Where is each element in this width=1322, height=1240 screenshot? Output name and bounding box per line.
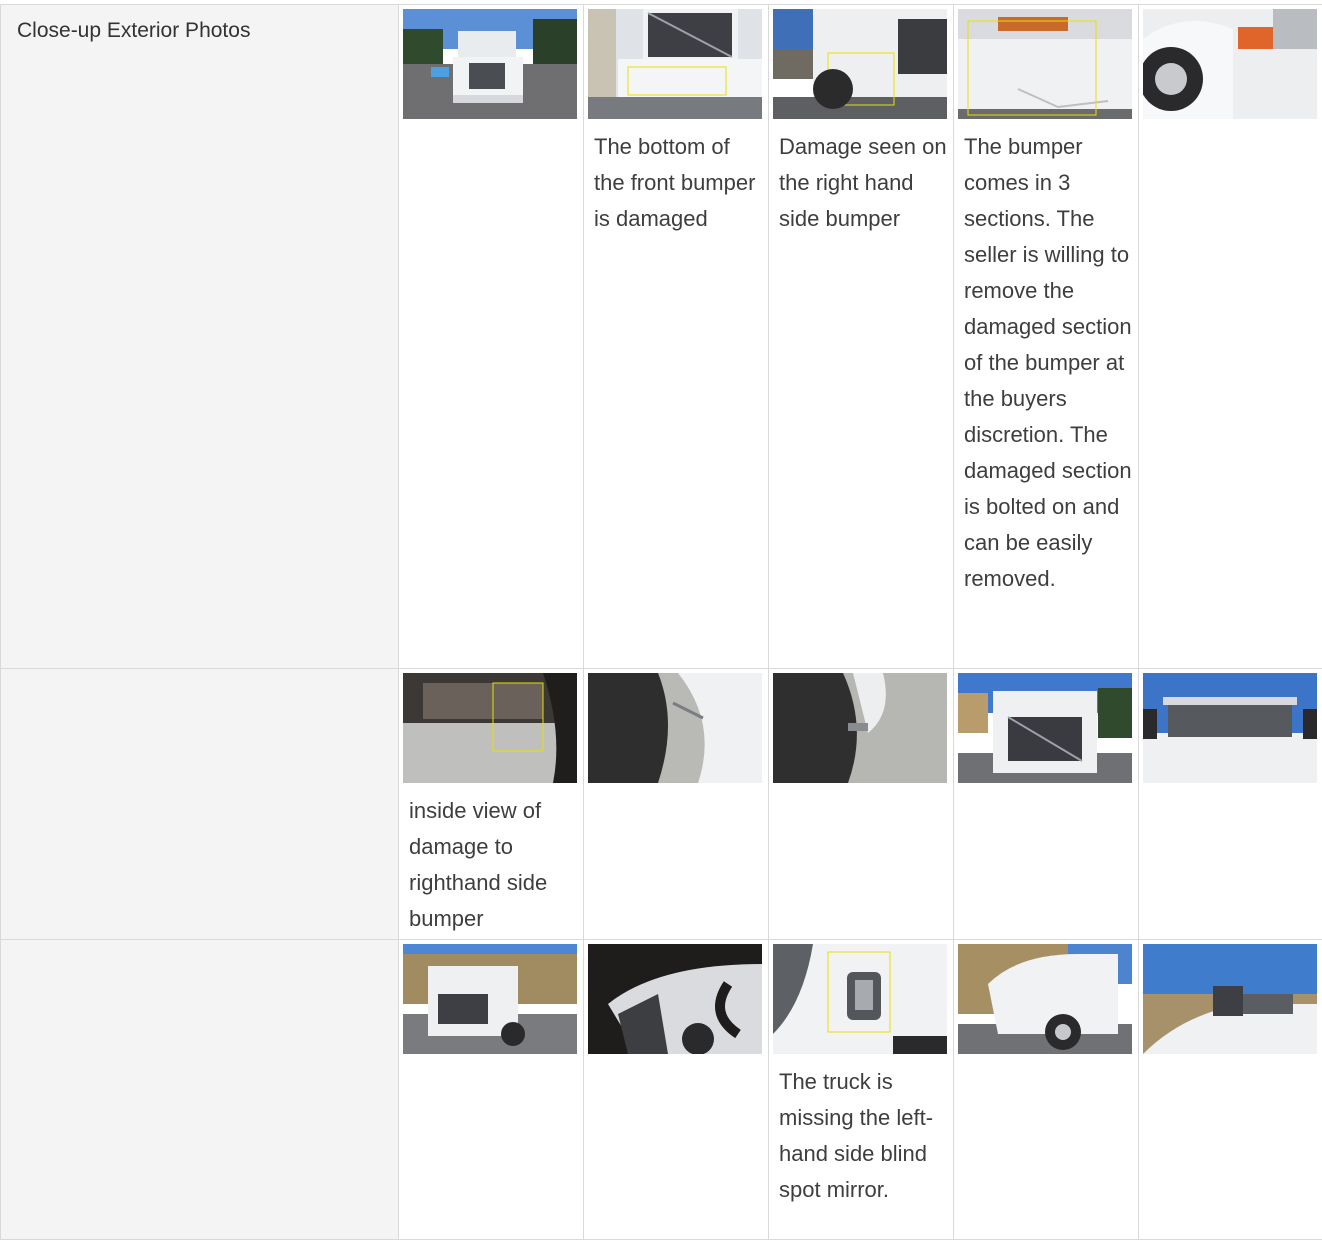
table-row: The truck is missing the left-hand side … <box>1 940 1322 1240</box>
photo-cell <box>1139 940 1322 1240</box>
photo-caption <box>1143 1054 1318 1064</box>
hood-side-dark-photo[interactable] <box>588 944 762 1054</box>
photo-caption <box>588 1054 764 1064</box>
section-label: Close-up Exterior Photos <box>1 5 399 669</box>
windshield-cab-photo[interactable] <box>1143 673 1317 783</box>
photo-caption: The truck is missing the left-hand side … <box>773 1054 949 1208</box>
photo-cell <box>399 940 584 1240</box>
photo-cell <box>954 669 1139 940</box>
photo-cell <box>954 940 1139 1240</box>
photo-cell <box>1139 669 1322 940</box>
photo-caption <box>588 783 764 793</box>
photo-caption <box>958 783 1134 793</box>
photo-caption <box>1143 783 1318 793</box>
photo-cell <box>399 5 584 669</box>
truck-front-three-quarter-photo[interactable] <box>403 944 577 1054</box>
photo-cell: Damage seen on the right hand side bumpe… <box>769 5 954 669</box>
photo-cell <box>769 669 954 940</box>
photo-cell <box>1139 5 1322 669</box>
photo-cell: The truck is missing the left-hand side … <box>769 940 954 1240</box>
front-grille-bumper-closeup-photo[interactable] <box>588 9 762 119</box>
section-label-empty <box>1 940 399 1240</box>
photo-cell: The bumper comes in 3 sections. The sell… <box>954 5 1139 669</box>
table-row: Close-up Exterior Photos <box>1 5 1322 669</box>
photo-cell <box>584 940 769 1240</box>
photo-cell: inside view of damage to righthand side … <box>399 669 584 940</box>
right-bumper-damage-photo[interactable] <box>773 9 947 119</box>
cab-side-mirror-photo[interactable] <box>1143 944 1317 1054</box>
section-label-empty <box>1 669 399 940</box>
wheel-fender-closeup-photo[interactable] <box>588 673 762 783</box>
photo-table: Close-up Exterior Photos <box>0 4 1322 1240</box>
photo-caption: The bottom of the front bumper is damage… <box>588 119 764 237</box>
photo-caption <box>773 783 949 793</box>
photo-caption: The bumper comes in 3 sections. The sell… <box>958 119 1134 597</box>
photo-caption <box>958 1054 1134 1064</box>
table-row: inside view of damage to righthand side … <box>1 669 1322 940</box>
photo-caption: inside view of damage to righthand side … <box>403 783 579 937</box>
front-wheel-headlight-photo[interactable] <box>1143 9 1317 119</box>
tire-fender-closeup-photo[interactable] <box>773 673 947 783</box>
missing-mirror-mount-photo[interactable] <box>773 944 947 1054</box>
truck-front-parked-photo[interactable] <box>403 9 577 119</box>
photo-caption: Damage seen on the right hand side bumpe… <box>773 119 949 237</box>
bumper-section-damage-photo[interactable] <box>958 9 1132 119</box>
photo-cell: The bottom of the front bumper is damage… <box>584 5 769 669</box>
photo-caption <box>403 119 579 129</box>
photo-cell <box>584 669 769 940</box>
truck-side-profile-photo[interactable] <box>958 944 1132 1054</box>
photo-caption <box>1143 119 1318 129</box>
photo-caption <box>403 1054 579 1064</box>
truck-front-grille-photo[interactable] <box>958 673 1132 783</box>
inside-bumper-damage-photo[interactable] <box>403 673 577 783</box>
